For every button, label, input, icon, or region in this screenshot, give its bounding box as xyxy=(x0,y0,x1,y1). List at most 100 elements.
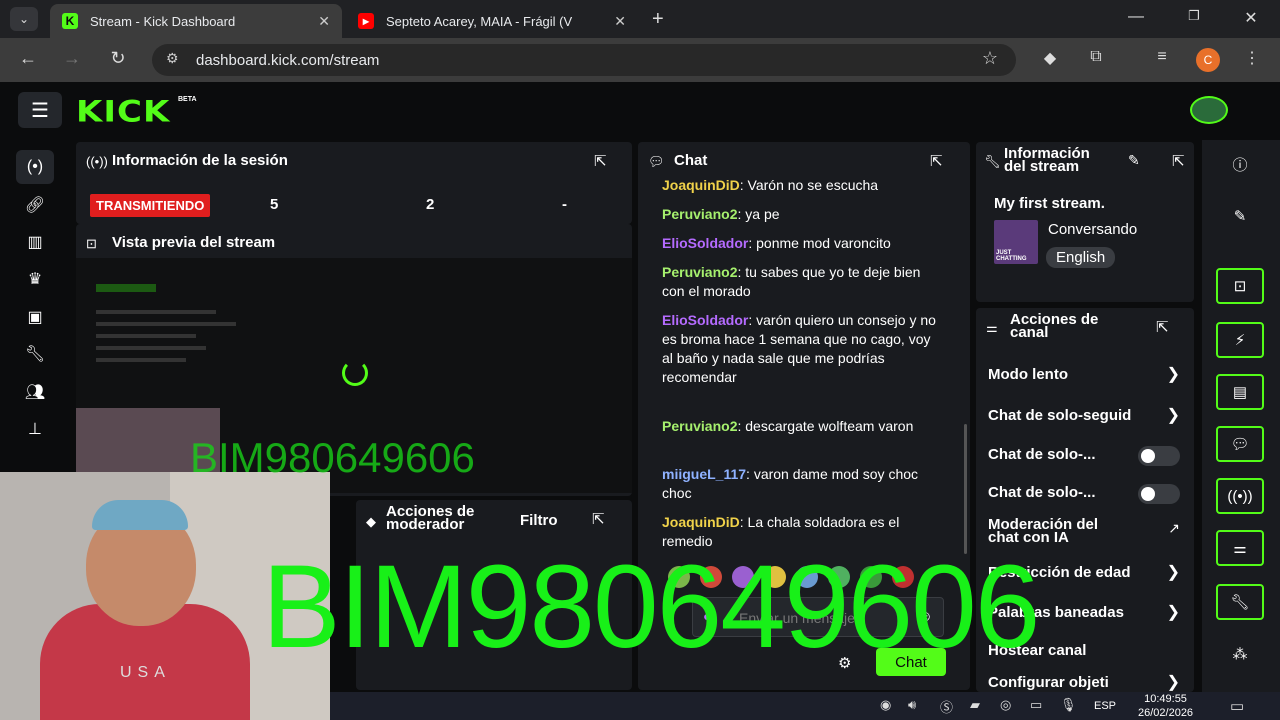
media-control-icon[interactable]: ≡ xyxy=(1150,48,1174,66)
sidebar-achievements-button[interactable]: ♛ xyxy=(16,262,54,296)
user-avatar[interactable] xyxy=(1190,96,1228,124)
volume-icon[interactable]: 🔊︎ xyxy=(908,697,916,713)
video-icon: ▣ xyxy=(27,309,43,326)
chat-username[interactable]: Peruviano2 xyxy=(662,206,737,222)
chat-username[interactable]: miigueL_117 xyxy=(662,466,746,482)
obs-icon[interactable]: ◎ xyxy=(1000,697,1011,713)
channel-actions-widget-button[interactable]: ⚌ xyxy=(1216,530,1264,566)
sidebar-community-button[interactable]: 👥︎ xyxy=(16,375,54,409)
stream-info-widget-button[interactable]: 🔧︎ xyxy=(1216,584,1264,620)
close-icon[interactable]: ✕ xyxy=(614,13,626,30)
popout-icon[interactable]: ⇱ xyxy=(930,152,943,170)
quick-actions-widget-button[interactable]: ⚡︎ xyxy=(1216,322,1264,358)
toggle-knob xyxy=(1141,487,1155,501)
preview-line xyxy=(96,322,236,326)
circles-icon: ⁂ xyxy=(1232,646,1248,663)
chat-username[interactable]: Peruviano2 xyxy=(662,264,737,280)
discord-icon[interactable]: ◉ xyxy=(880,697,891,713)
new-tab-button[interactable]: + xyxy=(652,8,664,31)
preview-widget-button[interactable]: ⊡ xyxy=(1216,268,1264,304)
subscribers-only-toggle[interactable] xyxy=(1138,446,1180,466)
maximize-button[interactable]: ❐ xyxy=(1184,8,1204,24)
webcam-person-cap xyxy=(92,500,188,530)
category-thumbnail: JUST CHATTING xyxy=(994,220,1038,264)
preview-line xyxy=(96,358,186,362)
sidebar-tools-button[interactable]: 🔧︎ xyxy=(16,337,54,371)
notifications-icon[interactable]: ▭ xyxy=(1230,697,1244,715)
popout-icon[interactable]: ⇱ xyxy=(1172,152,1185,170)
chat-username[interactable]: ElioSoldador xyxy=(662,235,748,251)
extension-icon[interactable]: ◆ xyxy=(1038,48,1062,68)
preview-line xyxy=(96,346,206,350)
beta-badge: BETA xyxy=(178,96,197,103)
shirt-text: USA xyxy=(120,664,171,681)
chat-username[interactable]: Peruviano2 xyxy=(662,418,737,434)
reload-button[interactable]: ↻ xyxy=(106,48,130,69)
sidebar-videos-button[interactable]: ▣ xyxy=(16,300,54,334)
trophy-icon: ♛ xyxy=(27,271,43,288)
popout-icon[interactable]: ⇱ xyxy=(592,510,605,528)
popout-icon[interactable]: ⇱ xyxy=(594,152,607,170)
followers-only-row[interactable]: Chat de solo-seguid ❯ xyxy=(976,403,1194,431)
notes-widget-button[interactable]: ▤ xyxy=(1216,374,1264,410)
network-icon[interactable]: ▭ xyxy=(1030,697,1042,713)
stream-title: My first stream. xyxy=(994,195,1105,212)
kick-logo[interactable]: KICK xyxy=(76,95,170,129)
preview-line xyxy=(96,310,216,314)
sidebar-stream-button[interactable]: (•) xyxy=(16,150,54,184)
back-button[interactable]: ← xyxy=(16,48,40,69)
filter-button[interactable]: Filtro xyxy=(520,512,558,529)
nvidia-icon[interactable]: ▰ xyxy=(970,697,980,713)
language-indicator[interactable]: ESP xyxy=(1094,700,1116,712)
row-label: Modo lento xyxy=(988,366,1068,383)
chat-username[interactable]: ElioSoldador xyxy=(662,312,748,328)
system-clock[interactable]: 10:49:55 26/02/2026 xyxy=(1138,692,1193,720)
edit-layout-button[interactable]: ✎ xyxy=(1216,198,1264,234)
popout-icon[interactable]: ⇱ xyxy=(1156,318,1169,336)
close-icon[interactable]: ✕ xyxy=(318,13,330,30)
window-close-button[interactable]: ✕ xyxy=(1241,8,1261,28)
skype-icon[interactable]: Ⓢ xyxy=(940,697,953,716)
microphone-icon[interactable]: 🎙︎ xyxy=(1060,697,1077,713)
external-link-icon: ↗ xyxy=(1168,520,1180,536)
chat-widget-button[interactable]: 💬︎ xyxy=(1216,426,1264,462)
panel-title: Información del stream xyxy=(1004,146,1090,174)
profile-avatar[interactable]: C xyxy=(1196,48,1220,72)
broadcast-icon: ((•)) xyxy=(1227,487,1253,505)
session-widget-button[interactable]: ((•)) xyxy=(1216,478,1264,514)
address-bar[interactable]: ⚙ dashboard.kick.com/stream ☆ xyxy=(152,44,1016,76)
widget-rail: ⓘ ✎ ⊡ ⚡︎ ▤ 💬︎ ((•)) ⚌ 🔧︎ ⁂ xyxy=(1202,140,1280,692)
screen: ⌄ K Stream - Kick Dashboard ✕ ▶ Septeto … xyxy=(0,0,1280,720)
subs-stat: - xyxy=(562,196,567,213)
sidebar-analytics-button[interactable]: ▥ xyxy=(16,225,54,259)
goal-config-row[interactable]: Configurar objeti ❯ xyxy=(976,672,1194,692)
bookmark-star-icon[interactable]: ☆ xyxy=(982,48,998,69)
panel-title: Acciones de moderador xyxy=(386,504,474,532)
more-widgets-button[interactable]: ⁂ xyxy=(1216,636,1264,672)
pencil-icon: ✎ xyxy=(1233,208,1247,225)
emotes-only-toggle[interactable] xyxy=(1138,484,1180,504)
followers-stat: 2 xyxy=(426,196,435,213)
row-label: Chat de solo-... xyxy=(988,484,1096,501)
sidebar-links-button[interactable]: 🔗︎ xyxy=(16,188,54,222)
edit-pencil-icon[interactable]: ✎ xyxy=(1128,152,1140,169)
minimize-button[interactable]: — xyxy=(1126,8,1146,26)
sidebar-payouts-button[interactable]: ⊥ xyxy=(16,412,54,446)
extensions-puzzle-icon[interactable]: ⧉ xyxy=(1084,48,1108,66)
chat-scrollbar[interactable] xyxy=(964,424,967,554)
hamburger-menu-button[interactable]: ☰ xyxy=(18,92,62,128)
tab-search-button[interactable]: ⌄ xyxy=(10,7,38,31)
users-icon: 👥︎ xyxy=(24,384,46,401)
info-button[interactable]: ⓘ xyxy=(1216,146,1264,182)
slow-mode-row[interactable]: Modo lento ❯ xyxy=(976,362,1194,390)
chat-username[interactable]: JoaquinDiD xyxy=(662,177,740,193)
menu-kebab-icon[interactable]: ⋮ xyxy=(1240,48,1264,68)
category-name: Conversando xyxy=(1048,221,1138,238)
chat-text: : descargate wolfteam varon xyxy=(737,418,914,434)
row-label: Chat de solo-seguid xyxy=(988,407,1132,424)
tab-youtube[interactable]: ▶ Septeto Acarey, MAIA - Frágil (V ✕ xyxy=(346,4,638,38)
chat-username[interactable]: JoaquinDiD xyxy=(662,514,740,530)
forward-button[interactable]: → xyxy=(60,48,84,69)
site-settings-icon[interactable]: ⚙ xyxy=(166,50,179,67)
tab-kick-dashboard[interactable]: K Stream - Kick Dashboard ✕ xyxy=(50,4,342,38)
